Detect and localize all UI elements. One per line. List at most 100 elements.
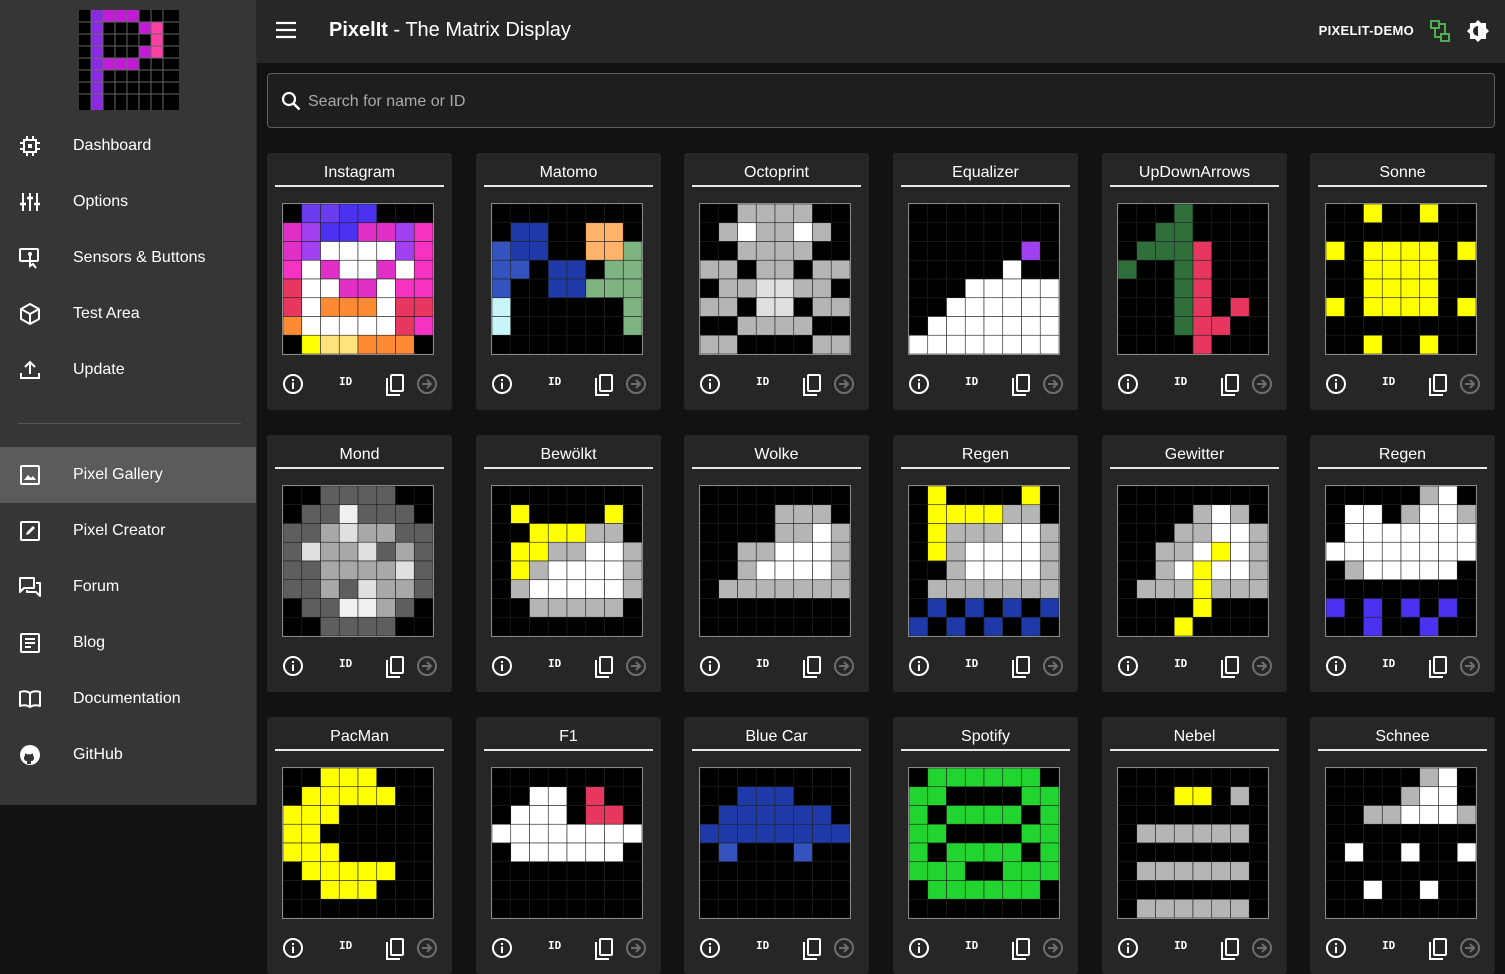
send-to-display-icon[interactable]	[1459, 655, 1481, 682]
copy-icon[interactable]	[593, 655, 615, 684]
copy-icon[interactable]	[1219, 373, 1241, 402]
sidebar-item-dashboard[interactable]: Dashboard	[0, 118, 256, 174]
send-to-display-icon[interactable]	[833, 937, 855, 964]
info-icon[interactable]	[1117, 655, 1139, 682]
send-to-display-icon[interactable]	[1459, 937, 1481, 964]
send-to-display-icon[interactable]	[1042, 373, 1064, 400]
send-to-display-icon[interactable]	[625, 373, 647, 400]
copy-icon[interactable]	[1010, 373, 1032, 402]
theme-toggle-icon[interactable]	[1466, 19, 1490, 43]
pixel-preview[interactable]	[1325, 203, 1477, 355]
search-input[interactable]	[306, 74, 1480, 129]
id-button[interactable]: ID	[339, 375, 352, 388]
info-icon[interactable]	[491, 937, 513, 964]
id-button[interactable]: ID	[965, 939, 978, 952]
copy-icon[interactable]	[801, 373, 823, 402]
info-icon[interactable]	[491, 373, 513, 400]
pixel-preview[interactable]	[1117, 767, 1269, 919]
id-button[interactable]: ID	[965, 375, 978, 388]
id-button[interactable]: ID	[1382, 939, 1395, 952]
copy-icon[interactable]	[384, 937, 406, 966]
sidebar-item-sensors[interactable]: Sensors & Buttons	[0, 230, 256, 286]
info-icon[interactable]	[699, 373, 721, 400]
id-button[interactable]: ID	[339, 657, 352, 670]
id-button[interactable]: ID	[1382, 375, 1395, 388]
info-icon[interactable]	[1325, 937, 1347, 964]
info-icon[interactable]	[908, 937, 930, 964]
sidebar-item-pixel-creator[interactable]: Pixel Creator	[0, 503, 256, 559]
copy-icon[interactable]	[801, 655, 823, 684]
copy-icon[interactable]	[1010, 655, 1032, 684]
send-to-display-icon[interactable]	[1251, 373, 1273, 400]
info-icon[interactable]	[908, 373, 930, 400]
sidebar-item-pixel-gallery[interactable]: Pixel Gallery	[0, 447, 256, 503]
pixel-preview[interactable]	[491, 203, 643, 355]
sidebar-item-documentation[interactable]: Documentation	[0, 671, 256, 727]
send-to-display-icon[interactable]	[1459, 373, 1481, 400]
send-to-display-icon[interactable]	[625, 655, 647, 682]
send-to-display-icon[interactable]	[1251, 655, 1273, 682]
pixel-preview[interactable]	[1117, 203, 1269, 355]
copy-icon[interactable]	[1219, 937, 1241, 966]
pixel-preview[interactable]	[1325, 767, 1477, 919]
send-to-display-icon[interactable]	[416, 655, 438, 682]
copy-icon[interactable]	[593, 373, 615, 402]
pixel-preview[interactable]	[282, 485, 434, 637]
sidebar-item-blog[interactable]: Blog	[0, 615, 256, 671]
sidebar-item-options[interactable]: Options	[0, 174, 256, 230]
id-button[interactable]: ID	[1174, 939, 1187, 952]
pixel-preview[interactable]	[908, 485, 1060, 637]
info-icon[interactable]	[908, 655, 930, 682]
send-to-display-icon[interactable]	[1042, 655, 1064, 682]
copy-icon[interactable]	[1010, 937, 1032, 966]
copy-icon[interactable]	[384, 655, 406, 684]
info-icon[interactable]	[282, 373, 304, 400]
id-button[interactable]: ID	[756, 657, 769, 670]
info-icon[interactable]	[282, 937, 304, 964]
copy-icon[interactable]	[384, 373, 406, 402]
pixel-preview[interactable]	[491, 767, 643, 919]
pixelit-logo[interactable]	[79, 10, 179, 115]
pixel-preview[interactable]	[908, 767, 1060, 919]
send-to-display-icon[interactable]	[416, 373, 438, 400]
copy-icon[interactable]	[801, 937, 823, 966]
pixel-preview[interactable]	[699, 203, 851, 355]
sidebar-item-github[interactable]: GitHub	[0, 727, 256, 783]
pixel-preview[interactable]	[282, 203, 434, 355]
id-button[interactable]: ID	[548, 375, 561, 388]
copy-icon[interactable]	[1427, 373, 1449, 402]
info-icon[interactable]	[1117, 373, 1139, 400]
sidebar-item-test-area[interactable]: Test Area	[0, 286, 256, 342]
send-to-display-icon[interactable]	[1042, 937, 1064, 964]
id-button[interactable]: ID	[548, 657, 561, 670]
id-button[interactable]: ID	[965, 657, 978, 670]
info-icon[interactable]	[699, 655, 721, 682]
copy-icon[interactable]	[593, 937, 615, 966]
id-button[interactable]: ID	[1174, 375, 1187, 388]
send-to-display-icon[interactable]	[1251, 937, 1273, 964]
id-button[interactable]: ID	[756, 939, 769, 952]
pixel-preview[interactable]	[282, 767, 434, 919]
pixel-preview[interactable]	[1325, 485, 1477, 637]
info-icon[interactable]	[1117, 937, 1139, 964]
info-icon[interactable]	[1325, 373, 1347, 400]
pixel-preview[interactable]	[1117, 485, 1269, 637]
info-icon[interactable]	[699, 937, 721, 964]
menu-icon[interactable]	[275, 19, 297, 41]
info-icon[interactable]	[282, 655, 304, 682]
id-button[interactable]: ID	[339, 939, 352, 952]
id-button[interactable]: ID	[1174, 657, 1187, 670]
copy-icon[interactable]	[1427, 655, 1449, 684]
pixel-preview[interactable]	[491, 485, 643, 637]
send-to-display-icon[interactable]	[416, 937, 438, 964]
sidebar-item-forum[interactable]: Forum	[0, 559, 256, 615]
sidebar-item-update[interactable]: Update	[0, 342, 256, 398]
copy-icon[interactable]	[1219, 655, 1241, 684]
info-icon[interactable]	[491, 655, 513, 682]
pixel-preview[interactable]	[908, 203, 1060, 355]
send-to-display-icon[interactable]	[625, 937, 647, 964]
copy-icon[interactable]	[1427, 937, 1449, 966]
id-button[interactable]: ID	[1382, 657, 1395, 670]
send-to-display-icon[interactable]	[833, 373, 855, 400]
pixel-preview[interactable]	[699, 485, 851, 637]
